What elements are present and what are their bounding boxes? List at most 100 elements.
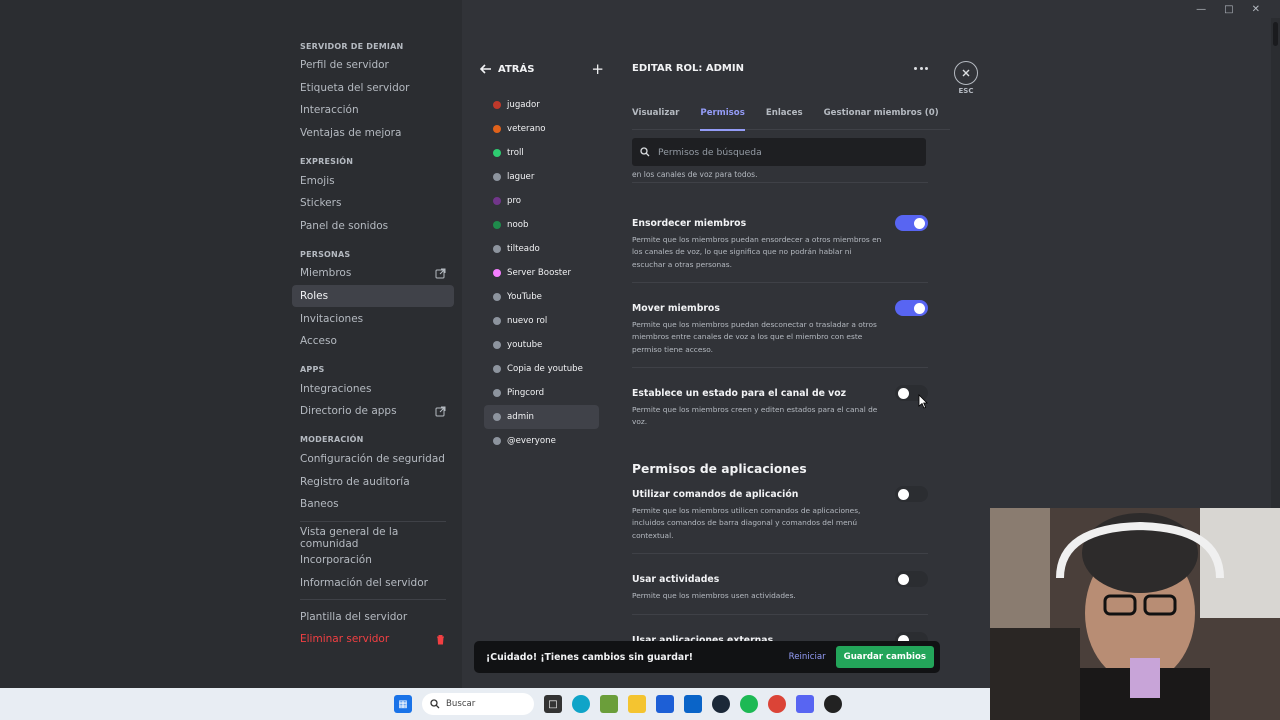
minimize-icon[interactable]: — [1196,4,1206,15]
sidebar-item-directorio-de-apps[interactable]: Directorio de apps [292,400,454,423]
discord-icon[interactable] [796,695,814,713]
sidebar-item-configuracion-de-seguridad[interactable]: Configuración de seguridad [292,448,454,471]
role-name: tilteado [507,244,540,254]
maximize-icon[interactable]: □ [1224,4,1233,15]
obs-icon[interactable] [824,695,842,713]
sidebar-item-roles[interactable]: Roles [292,284,454,308]
esc-label: ESC [958,87,974,95]
sidebar-item-emojis[interactable]: Emojis [292,169,454,192]
permission-item: Establece un estado para el canal de voz… [632,385,928,429]
tab-permisos[interactable]: Permisos [700,104,746,131]
webcam-overlay [990,508,1280,720]
more-options-icon[interactable] [914,66,928,70]
role-item[interactable]: YouTube [484,285,599,309]
role-item[interactable]: Server Booster [484,261,599,285]
reset-button[interactable]: Reiniciar [789,652,826,662]
sidebar-item-etiqueta-del-servidor[interactable]: Etiqueta del servidor [292,77,454,100]
search-icon [430,699,440,709]
divider [632,282,928,283]
role-item[interactable]: troll [484,141,599,165]
sidebar-item-miembros[interactable]: Miembros [292,262,454,285]
chrome-icon[interactable] [768,695,786,713]
spotify-icon[interactable] [740,695,758,713]
sidebar-item-ventajas-de-mejora[interactable]: Ventajas de mejora [292,122,454,145]
role-item[interactable]: Pingcord [484,381,599,405]
sidebar-item-stickers[interactable]: Stickers [292,192,454,215]
role-item[interactable]: tilteado [484,237,599,261]
sidebar-item-label: Acceso [300,335,337,348]
role-item[interactable]: pro [484,189,599,213]
permission-description: Permite que los miembros puedan desconec… [632,320,877,354]
photos-icon[interactable] [600,695,618,713]
role-item[interactable]: jugador [484,93,599,117]
sidebar-item-acceso[interactable]: Acceso [292,330,454,353]
sidebar-item-baneos[interactable]: Baneos [292,493,454,516]
sidebar-item-label: Eliminar servidor [300,633,390,646]
role-item[interactable]: admin [484,405,599,429]
back-label: ATRÁS [498,63,535,75]
close-window-icon[interactable]: ✕ [1252,4,1260,15]
role-item[interactable]: laguer [484,165,599,189]
tab-gestionar-miembros-0[interactable]: Gestionar miembros (0) [824,104,939,130]
permissions-list[interactable]: en los canales de voz para todos. Ensord… [632,170,928,688]
role-list: jugador veterano troll laguer pro noob tiltead… [484,93,599,453]
save-changes-button[interactable]: Guardar cambios [835,646,934,668]
role-item[interactable]: Copia de youtube [484,357,599,381]
role-item[interactable]: veterano [484,117,599,141]
sidebar-item-invitaciones[interactable]: Invitaciones [292,307,454,330]
permission-name: Establece un estado para el canal de voz [632,387,847,399]
permission-toggle[interactable] [895,300,928,316]
delete-server-button[interactable]: Eliminar servidor [292,628,454,651]
group-title: Permisos de aplicaciones [632,462,807,476]
permission-item: Usar actividades Permite que los miembros… [632,571,928,602]
sidebar-item-perfil-de-servidor[interactable]: Perfil de servidor [292,54,454,77]
sidebar-item-registro-de-auditoria[interactable]: Registro de auditoría [292,470,454,493]
search-input[interactable] [658,146,898,158]
role-item[interactable]: @everyone [484,429,599,453]
taskbar-search[interactable]: Buscar [422,693,534,715]
sidebar-item-panel-de-sonidos[interactable]: Panel de sonidos [292,215,454,238]
role-name: Copia de youtube [507,364,583,374]
role-item[interactable]: noob [484,213,599,237]
sidebar-item-label: Integraciones [300,382,372,395]
sidebar-item-label: Ventajas de mejora [300,127,402,140]
sidebar-item-label: Vista general de la comunidad [300,525,399,550]
permission-toggle[interactable] [895,486,928,502]
role-name: laguer [507,172,535,182]
steam-icon[interactable] [712,695,730,713]
sidebar-item-incorporacion[interactable]: Incorporación [292,549,454,572]
store-icon[interactable] [656,695,674,713]
tab-enlaces[interactable]: Enlaces [766,104,803,130]
role-item[interactable]: nuevo rol [484,309,599,333]
windows-start-icon[interactable]: ▦ [394,695,412,713]
divider [300,599,446,601]
role-color-dot [493,317,501,325]
close-button[interactable] [954,61,978,85]
sidebar-item-informacion-del-servidor[interactable]: Información del servidor [292,572,454,595]
sidebar-item-label: Perfil de servidor [300,59,389,72]
permission-toggle[interactable] [895,571,928,587]
divider [632,553,928,554]
plus-icon[interactable]: + [591,61,604,77]
role-name: jugador [507,100,540,110]
sidebar-item-plantilla-del-servidor[interactable]: Plantilla del servidor [292,605,454,628]
role-item[interactable]: youtube [484,333,599,357]
sidebar-item-integraciones[interactable]: Integraciones [292,378,454,401]
edge-icon[interactable] [572,695,590,713]
back-button[interactable]: ATRÁS [480,64,534,75]
sidebar-item-vista-general-de-la-comunidad[interactable]: Vista general de la comunidad [292,525,454,550]
sidebar-item-interaccion[interactable]: Interacción [292,99,454,122]
tab-visualizar[interactable]: Visualizar [632,104,679,130]
section-title-moderacion: MODERACIÓN [300,435,364,445]
unsaved-message: ¡Cuidado! ¡Tienes cambios sin guardar! [486,651,694,663]
sidebar-item-label: Emojis [300,174,335,187]
outlook-icon[interactable] [684,695,702,713]
role-color-dot [493,365,501,373]
role-editor: EDITAR ROL: ADMIN ESC Visualizar Permisos… [612,0,990,688]
permission-toggle[interactable] [895,215,928,231]
permission-search[interactable] [632,138,926,166]
file-explorer-icon[interactable] [628,695,646,713]
section-title-apps: APPS [300,365,325,375]
role-color-dot [493,269,501,277]
task-view-icon[interactable]: □ [544,695,562,713]
